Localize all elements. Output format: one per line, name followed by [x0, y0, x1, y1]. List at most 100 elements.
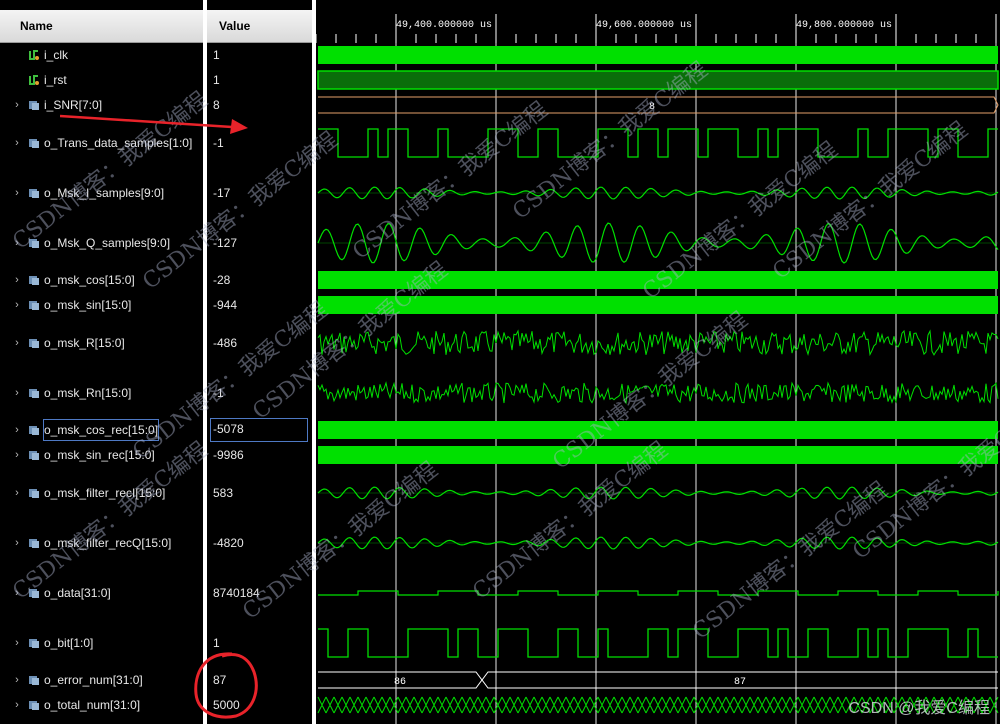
signal-name: o_Msk_I_samples[9:0] [44, 186, 165, 200]
signal-value-text: 1 [213, 636, 220, 650]
signal-value-o_msk_cos_rec: -5078 [210, 418, 308, 442]
expand-chevron-icon[interactable]: › [12, 633, 22, 653]
signal-value-text: -944 [213, 298, 238, 312]
signal-value-o_msk_cos: -28 [211, 270, 311, 290]
signal-value-o_trans: -1 [211, 133, 311, 153]
signal-row-o_msk_i[interactable]: › o_Msk_I_samples[9:0] [0, 183, 203, 203]
signal-value-text: 87 [213, 673, 227, 687]
signal-value-o_data: 8740184 [211, 583, 311, 603]
expand-chevron-icon[interactable]: › [12, 670, 22, 690]
bus-value-label: 87 [734, 677, 746, 688]
signal-name: o_msk_Rn[15:0] [44, 386, 132, 400]
signal-row-o_msk_sin[interactable]: › o_msk_sin[15:0] [0, 295, 203, 315]
signal-row-o_msk_rn[interactable]: › o_msk_Rn[15:0] [0, 383, 203, 403]
expand-chevron-icon[interactable]: › [12, 270, 22, 290]
csdn-watermark: CSDN @我爱C编程 [848, 700, 990, 717]
bus-signal-icon [29, 489, 39, 498]
signal-row-o_msk_cos[interactable]: › o_msk_cos[15:0] [0, 270, 203, 290]
signal-value-text: -1 [213, 136, 224, 150]
expand-chevron-icon[interactable]: › [12, 420, 22, 440]
signal-name: o_msk_R[15:0] [44, 336, 125, 350]
signal-value-i_clk: 1 [211, 45, 311, 65]
signal-value-text: -9986 [213, 448, 244, 462]
signal-value-o_msk_sin: -944 [211, 295, 311, 315]
signal-value-o_msk_filter_recq: -4820 [211, 533, 311, 553]
signal-name: o_Msk_Q_samples[9:0] [44, 236, 171, 250]
signal-row-i_clk[interactable]: i_clk [0, 45, 203, 65]
signal-row-i_rst[interactable]: i_rst [0, 70, 203, 90]
bit-signal-icon [29, 50, 39, 60]
bus-signal-icon [29, 589, 39, 598]
signal-value-text: -17 [213, 186, 231, 200]
signal-value-text: -5078 [213, 422, 244, 436]
signal-value-o_error_num: 87 [211, 670, 311, 690]
signal-value-text: -486 [213, 336, 238, 350]
expand-chevron-icon[interactable]: › [12, 695, 22, 715]
wave-i_rst [317, 70, 999, 90]
signal-value-o_msk_q: -127 [211, 233, 311, 253]
bus-signal-icon [29, 451, 39, 460]
expand-chevron-icon[interactable]: › [12, 295, 22, 315]
bus-signal-icon [29, 676, 39, 685]
signal-row-o_msk_r[interactable]: › o_msk_R[15:0] [0, 333, 203, 353]
signal-value-o_msk_rn: -1 [211, 383, 311, 403]
bus-signal-icon [29, 139, 39, 148]
bus-signal-icon [29, 189, 39, 198]
signal-value-o_total_num: 5000 [211, 695, 311, 715]
waveforms: 8 86 87 [317, 43, 999, 724]
signal-value-text: 5000 [213, 698, 240, 712]
expand-chevron-icon[interactable]: › [12, 445, 22, 465]
expand-chevron-icon[interactable]: › [12, 583, 22, 603]
signal-row-o_msk_filter_reci[interactable]: › o_msk_filter_recI[15:0] [0, 483, 203, 503]
signal-name: o_msk_cos[15:0] [44, 273, 135, 287]
signal-row-o_trans[interactable]: › o_Trans_data_samples[1:0] [0, 133, 203, 153]
signal-row-o_error_num[interactable]: › o_error_num[31:0] [0, 670, 203, 690]
bus-signal-icon [29, 339, 39, 348]
expand-chevron-icon[interactable]: › [12, 483, 22, 503]
expand-chevron-icon[interactable]: › [12, 183, 22, 203]
expand-chevron-icon[interactable]: › [12, 533, 22, 553]
signal-name: o_bit[1:0] [44, 636, 94, 650]
signal-name: o_Trans_data_samples[1:0] [44, 136, 193, 150]
signal-name: o_msk_sin_rec[15:0] [44, 448, 155, 462]
signal-row-o_bit[interactable]: › o_bit[1:0] [0, 633, 203, 653]
value-column-header[interactable]: Value [207, 10, 312, 43]
expand-chevron-icon[interactable]: › [12, 95, 22, 115]
signal-name: o_total_num[31:0] [44, 698, 141, 712]
signal-value-text: 583 [213, 486, 234, 500]
expand-chevron-icon[interactable]: › [12, 233, 22, 253]
bus-signal-icon [29, 276, 39, 285]
signal-row-o_msk_q[interactable]: › o_Msk_Q_samples[9:0] [0, 233, 203, 253]
waveform-canvas[interactable]: 49,400.000000 us 49,600.000000 us 49,800… [315, 0, 1000, 724]
signal-value-text: 1 [213, 48, 220, 62]
signal-value-text: -1 [213, 386, 224, 400]
signal-row-o_total_num[interactable]: › o_total_num[31:0] [0, 695, 203, 715]
name-column-header[interactable]: Name [0, 10, 203, 43]
signal-value-o_msk_sin_rec: -9986 [211, 445, 311, 465]
bus-value-label: 8 [649, 102, 655, 113]
signal-value-o_bit: 1 [211, 633, 311, 653]
expand-chevron-icon[interactable]: › [12, 133, 22, 153]
expand-chevron-icon[interactable]: › [12, 383, 22, 403]
expand-chevron-icon[interactable]: › [12, 333, 22, 353]
bus-signal-icon [29, 539, 39, 548]
signal-row-i_snr[interactable]: › i_SNR[7:0] [0, 95, 203, 115]
wave-o_msk_cos_rec [318, 421, 998, 439]
signal-value-text: 1 [213, 73, 220, 87]
signal-row-o_data[interactable]: › o_data[31:0] [0, 583, 203, 603]
wave-o_msk_sin [318, 296, 998, 314]
signal-value-text: 8740184 [213, 586, 260, 600]
signal-row-o_msk_filter_recq[interactable]: › o_msk_filter_recQ[15:0] [0, 533, 203, 553]
signal-value-o_msk_filter_reci: 583 [211, 483, 311, 503]
signal-value-panel: Value 1 1 8 -1 -17 -127 -28 -944 -486 -1 -5078 -998… [207, 0, 312, 724]
signal-value-o_msk_r: -486 [211, 333, 311, 353]
signal-row-o_msk_sin_rec[interactable]: › o_msk_sin_rec[15:0] [0, 445, 203, 465]
signal-name: o_error_num[31:0] [44, 673, 143, 687]
signal-row-o_msk_cos_rec[interactable]: › o_msk_cos_rec[15:0] [0, 419, 203, 441]
signal-value-i_snr: 8 [211, 95, 311, 115]
bus-signal-icon [29, 239, 39, 248]
signal-name: o_msk_filter_recQ[15:0] [44, 536, 172, 550]
bus-value-label: 86 [394, 677, 406, 688]
wave-i_clk [318, 46, 998, 64]
signal-value-text: -127 [213, 236, 238, 250]
